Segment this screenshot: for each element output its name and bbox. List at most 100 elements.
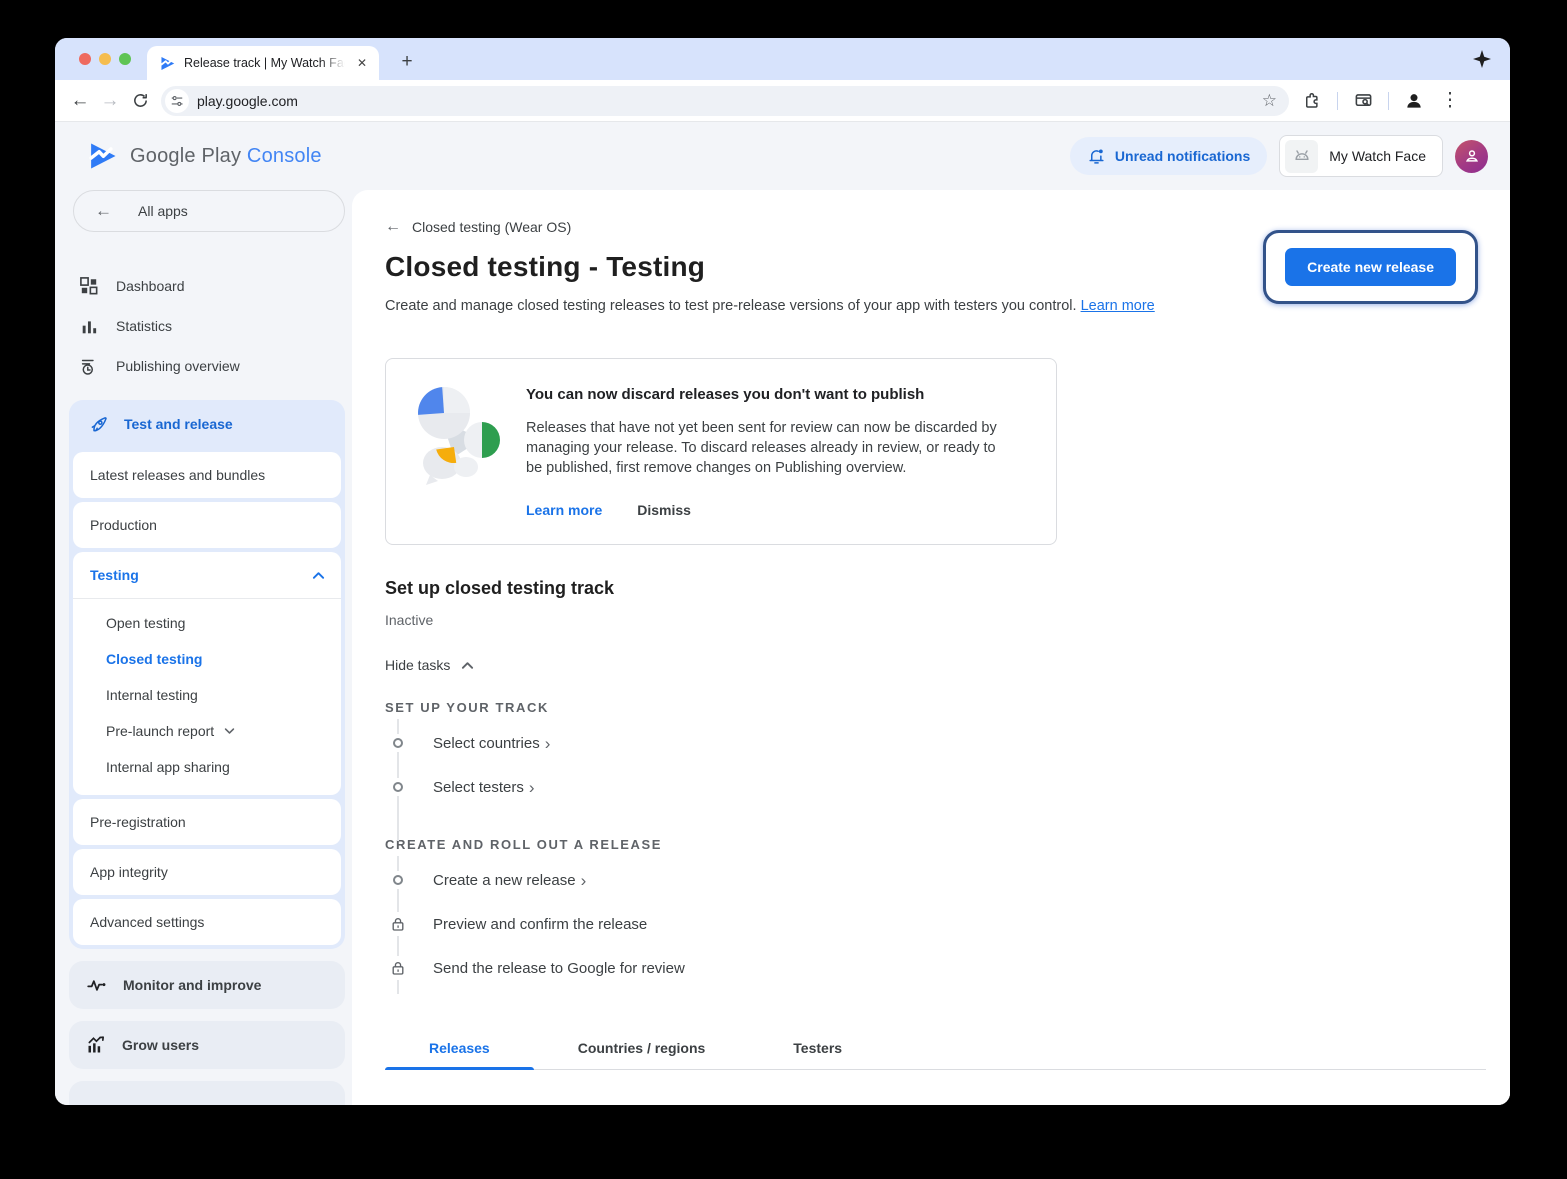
task-select-testers[interactable]: Select testers› xyxy=(385,765,1486,809)
sidebar-item-partial[interactable] xyxy=(69,1081,345,1105)
subtitle-learn-more-link[interactable]: Learn more xyxy=(1081,298,1155,314)
android-icon xyxy=(1285,140,1318,173)
subtitle-text: Create and manage closed testing release… xyxy=(385,298,1077,314)
minimize-window-button[interactable] xyxy=(99,53,111,65)
play-console-favicon xyxy=(159,55,176,72)
sidebar-item-monitor-and-improve[interactable]: Monitor and improve xyxy=(69,961,345,1009)
sidebar-card-production[interactable]: Production xyxy=(73,502,341,548)
url-text[interactable]: play.google.com xyxy=(197,93,1254,109)
sidebar-item-publishing-overview[interactable]: Publishing overview xyxy=(55,346,352,386)
sidebar-card-pre-registration[interactable]: Pre-registration xyxy=(73,799,341,845)
all-apps-button[interactable]: ← All apps xyxy=(73,190,345,232)
sidebar-item-open-testing[interactable]: Open testing xyxy=(73,605,341,641)
track-tabs: Releases Countries / regions Testers xyxy=(385,1028,1486,1070)
bookmark-star-icon[interactable]: ☆ xyxy=(1262,91,1283,111)
monitor-icon xyxy=(86,975,107,996)
tab-releases[interactable]: Releases xyxy=(385,1028,534,1069)
sidebar-item-label: Dashboard xyxy=(116,278,185,294)
sparkle-icon[interactable] xyxy=(1470,47,1494,71)
create-new-release-button[interactable]: Create new release xyxy=(1285,248,1456,286)
sidebar-card-testing: Testing Open testing Closed testing xyxy=(73,552,341,795)
sidebar-item-label: Pre-registration xyxy=(90,814,186,830)
notice-text: You can now discard releases you don't w… xyxy=(526,386,1032,518)
close-tab-icon[interactable]: ✕ xyxy=(353,54,371,72)
lock-icon xyxy=(385,912,411,936)
sidebar-item-pre-launch-report[interactable]: Pre-launch report xyxy=(73,713,341,749)
sidebar-item-label: Closed testing xyxy=(106,651,202,667)
notifications-label: Unread notifications xyxy=(1115,148,1250,164)
dashboard-icon xyxy=(79,277,99,295)
sidebar-item-label: Test and release xyxy=(124,416,233,432)
logo-console: Console xyxy=(247,145,322,167)
header-right: Unread notifications My Watch Face xyxy=(1070,135,1488,177)
site-settings-icon[interactable] xyxy=(165,89,189,113)
notice-title: You can now discard releases you don't w… xyxy=(526,386,1032,403)
reload-icon[interactable] xyxy=(125,86,155,116)
sidebar-card-latest-releases[interactable]: Latest releases and bundles xyxy=(73,452,341,498)
chevron-right-icon: › xyxy=(545,735,551,752)
hide-tasks-label: Hide tasks xyxy=(385,657,450,673)
sidebar-top-nav: Dashboard Statistics Publishing overview xyxy=(55,266,352,386)
maximize-window-button[interactable] xyxy=(119,53,131,65)
task-circle-icon xyxy=(385,871,411,889)
setup-group2-title: CREATE AND ROLL OUT A RELEASE xyxy=(385,837,1486,852)
forward-icon[interactable]: → xyxy=(95,86,125,116)
sidebar-item-internal-app-sharing[interactable]: Internal app sharing xyxy=(73,749,341,785)
lock-icon xyxy=(385,956,411,980)
sidebar-item-dashboard[interactable]: Dashboard xyxy=(55,266,352,306)
browser-tab[interactable]: Release track | My Watch Fac ✕ xyxy=(147,46,379,80)
notice-links: Learn more Dismiss xyxy=(526,502,1032,518)
task-select-countries[interactable]: Select countries› xyxy=(385,721,1486,765)
sidebar-item-label: Production xyxy=(90,517,157,533)
unread-notifications-button[interactable]: Unread notifications xyxy=(1070,137,1267,175)
chevron-down-icon xyxy=(224,727,235,735)
sidebar-item-grow-users[interactable]: Grow users xyxy=(69,1021,345,1069)
app-selector[interactable]: My Watch Face xyxy=(1279,135,1443,177)
sidebar-item-label: App integrity xyxy=(90,864,168,880)
back-icon[interactable]: ← xyxy=(65,86,95,116)
breadcrumb-back-icon[interactable]: ← xyxy=(385,218,401,236)
setup-group1-tasks: Select countries› Select testers› xyxy=(385,721,1486,837)
logo-google-play: Google Play xyxy=(130,145,241,167)
browser-profile-avatar[interactable] xyxy=(1399,86,1429,116)
sidebar-item-label: Monitor and improve xyxy=(123,977,261,993)
sidebar-item-closed-testing[interactable]: Closed testing xyxy=(73,641,341,677)
tab-countries-regions[interactable]: Countries / regions xyxy=(534,1028,750,1069)
tab-testers[interactable]: Testers xyxy=(749,1028,886,1069)
sidebar-item-label: Publishing overview xyxy=(116,358,240,374)
address-bar[interactable]: play.google.com ☆ xyxy=(161,86,1289,116)
extensions-icon[interactable] xyxy=(1297,86,1327,116)
sidebar-card-app-integrity[interactable]: App integrity xyxy=(73,849,341,895)
statistics-icon xyxy=(79,318,99,335)
sidebar-item-statistics[interactable]: Statistics xyxy=(55,306,352,346)
notice-learn-more-link[interactable]: Learn more xyxy=(526,502,602,518)
rocket-icon xyxy=(89,414,109,434)
setup-group2-tasks: Create a new release› Preview and confir… xyxy=(385,858,1486,990)
hide-tasks-toggle[interactable]: Hide tasks xyxy=(385,657,1486,673)
testing-sub-list: Open testing Closed testing Internal tes… xyxy=(73,598,341,795)
account-avatar[interactable] xyxy=(1455,140,1488,173)
notice-dismiss-button[interactable]: Dismiss xyxy=(637,502,691,518)
new-tab-button[interactable]: + xyxy=(393,48,421,76)
sidebar-card-advanced-settings[interactable]: Advanced settings xyxy=(73,899,341,945)
releases-heading: Releases xyxy=(385,1101,1486,1105)
play-console-logo[interactable]: Google Play Console xyxy=(88,141,322,171)
setup-track-title: Set up closed testing track xyxy=(385,578,1486,599)
close-window-button[interactable] xyxy=(79,53,91,65)
discard-releases-notice: You can now discard releases you don't w… xyxy=(385,358,1057,545)
bell-icon xyxy=(1087,147,1106,166)
sidebar-item-label: Internal testing xyxy=(106,687,198,703)
sidebar-item-label: Testing xyxy=(90,567,139,583)
sidebar-item-internal-testing[interactable]: Internal testing xyxy=(73,677,341,713)
menu-dots-icon[interactable]: ⋮ xyxy=(1435,86,1465,116)
sidebar-item-label: Grow users xyxy=(122,1037,199,1053)
tab-search-icon[interactable] xyxy=(1348,86,1378,116)
sidebar-item-testing[interactable]: Testing xyxy=(73,552,341,598)
content-row: ← All apps Dashboard Statistics xyxy=(55,190,1510,1105)
console-header: Google Play Console Unread notifications… xyxy=(55,122,1510,190)
task-label: Create a new release xyxy=(433,872,576,889)
toolbar-divider xyxy=(1388,92,1389,110)
chevron-up-icon xyxy=(461,661,474,670)
sidebar-item-test-and-release[interactable]: Test and release xyxy=(73,400,341,448)
task-create-new-release[interactable]: Create a new release› xyxy=(385,858,1486,902)
